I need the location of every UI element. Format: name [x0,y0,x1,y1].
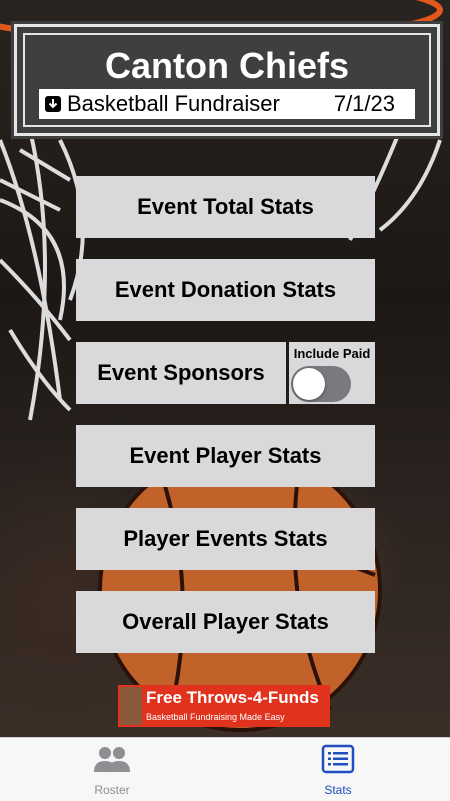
tab-roster[interactable]: Roster [62,744,162,797]
include-paid-label: Include Paid [293,346,371,361]
player-events-stats-button[interactable]: Player Events Stats [76,508,375,570]
event-player-stats-button[interactable]: Event Player Stats [76,425,375,487]
event-sponsors-button[interactable]: Event Sponsors [76,342,286,404]
team-title: Canton Chiefs [104,45,349,86]
toggle-knob [293,368,325,400]
event-selector[interactable]: Basketball Fundraiser 7/1/23 [39,89,415,119]
event-total-stats-button[interactable]: Event Total Stats [76,176,375,238]
team-header: Canton Chiefs Basketball Fundraiser 7/1/… [11,21,443,139]
ad-subtitle: Basketball Fundraising Made Easy [146,712,285,722]
include-paid-toggle[interactable] [291,366,351,402]
include-paid-panel: Include Paid [289,342,375,404]
event-name: Basketball Fundraiser [67,91,280,116]
event-donation-stats-button[interactable]: Event Donation Stats [76,259,375,321]
people-icon [92,747,132,778]
ad-logo [120,687,142,725]
download-arrow-icon [45,96,61,112]
ad-title: Free Throws-4-Funds [146,688,319,707]
tab-bar: Roster Stats [0,737,450,801]
event-date: 7/1/23 [333,91,395,116]
tab-stats[interactable]: Stats [288,744,388,797]
tab-stats-label: Stats [324,783,352,797]
list-icon [321,744,355,778]
tab-roster-label: Roster [94,783,130,797]
ad-banner[interactable]: Free Throws-4-Funds Basketball Fundraisi… [118,685,330,727]
team-header-frame: Canton Chiefs Basketball Fundraiser 7/1/… [23,33,431,127]
overall-player-stats-button[interactable]: Overall Player Stats [76,591,375,653]
